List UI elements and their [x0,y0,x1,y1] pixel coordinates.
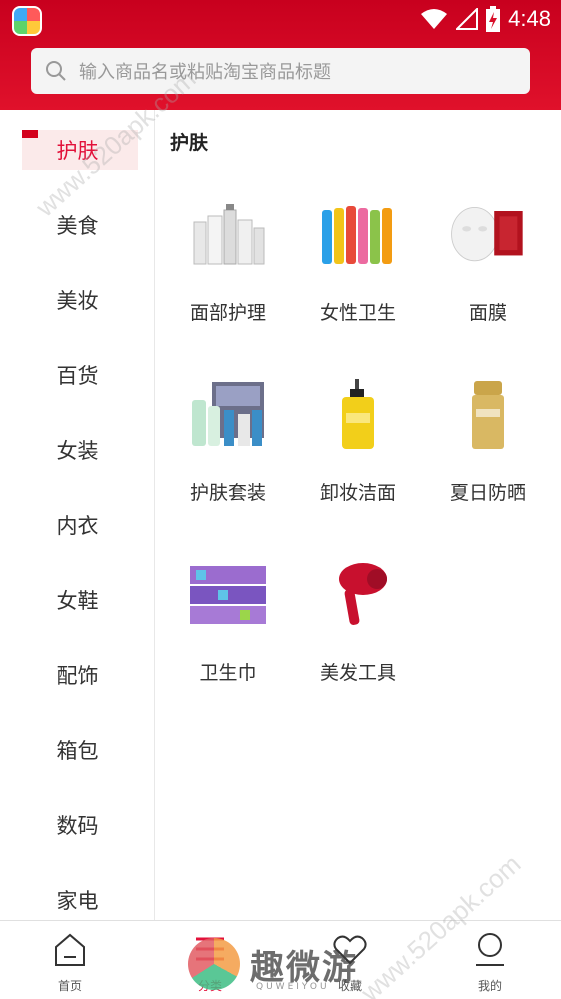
status-icons: 4:48 [420,4,551,34]
wifi-icon [421,9,448,29]
grid-item-sanitary-pads[interactable]: 卫生巾 [163,550,293,720]
sidebar-item-womens-shoes[interactable]: 女鞋 [0,570,155,630]
sidebar-item-goods[interactable]: 百货 [0,345,155,405]
face-mask-icon [448,190,528,280]
grid-label: 夏日防晒 [449,482,526,504]
cleansing-oil-icon [318,370,398,460]
sunscreen-icon [448,370,528,460]
nav-label: 我的 [477,979,502,993]
sidebar-item-womens-wear[interactable]: 女装 [0,420,155,480]
grid-label: 女性卫生 [319,302,396,324]
nav-label: 首页 [57,979,82,993]
grid-label: 美发工具 [319,662,396,684]
home-icon [55,933,85,966]
nav-item-category[interactable]: 分类 [140,921,280,999]
sidebar-item-food[interactable]: 美食 [0,195,155,255]
clock: 4:48 [508,6,551,31]
grid-item-sunscreen[interactable]: 夏日防晒 [423,370,553,540]
nav-item-mine[interactable]: 我的 [420,921,560,999]
battery-charging-icon [486,6,501,32]
sidebar-item-accessories[interactable]: 配饰 [0,645,155,705]
search-placeholder: 输入商品名或粘贴淘宝商品标题 [79,62,331,83]
nav-label: 分类 [197,979,222,993]
sidebar-item-skincare[interactable]: 护肤 [0,120,155,180]
grid-item-hair-tools[interactable]: 美发工具 [293,550,423,720]
nav-item-favorites[interactable]: 收藏 [280,921,420,999]
skincare-bottles-icon [188,190,268,280]
grid-label: 卫生巾 [199,662,257,684]
grid-item-feminine-hygiene[interactable]: 女性卫生 [293,190,423,360]
app-icon [12,6,42,36]
heart-icon [333,935,367,965]
nav-item-home[interactable]: 首页 [0,921,140,999]
hair-dryer-icon [318,550,398,640]
sidebar-item-underwear[interactable]: 内衣 [0,495,155,555]
colorful-bottles-icon [318,190,398,280]
nav-label: 收藏 [337,979,362,993]
header: 4:48 输入商品名或粘贴淘宝商品标题 [0,0,561,110]
status-bar: 4:48 [0,0,561,38]
search-input[interactable]: 输入商品名或粘贴淘宝商品标题 [31,48,530,94]
section-title: 护肤 [170,132,209,154]
search-icon [46,61,66,81]
sidebar-item-bags[interactable]: 箱包 [0,720,155,780]
grid-label: 面膜 [468,302,507,324]
sidebar-item-digital[interactable]: 数码 [0,795,155,855]
grid-label: 护肤套装 [189,482,266,504]
category-sidebar: 护肤 美食 美妆 百货 女装 内衣 女鞋 配饰 箱包 数码 家电 [0,110,155,920]
signal-icon [456,8,479,30]
user-icon [476,933,504,966]
grid-item-face-care[interactable]: 面部护理 [163,190,293,360]
skincare-set-icon [188,370,268,460]
category-content: 护肤 面部护理 女性卫生 面膜 护肤套装 卸妆洁面 夏日防晒 卫生巾 美发工具 [156,110,561,920]
grid-label: 面部护理 [189,302,266,324]
grid-item-skincare-set[interactable]: 护肤套装 [163,370,293,540]
sidebar-item-makeup[interactable]: 美妆 [0,270,155,330]
sanitary-pads-icon [188,550,268,640]
grid-label: 卸妆洁面 [319,482,396,504]
bottom-nav: 首页 分类 收藏 我的 [0,920,561,999]
category-icon [196,937,224,961]
grid-item-makeup-remover[interactable]: 卸妆洁面 [293,370,423,540]
grid-item-face-mask[interactable]: 面膜 [423,190,553,360]
